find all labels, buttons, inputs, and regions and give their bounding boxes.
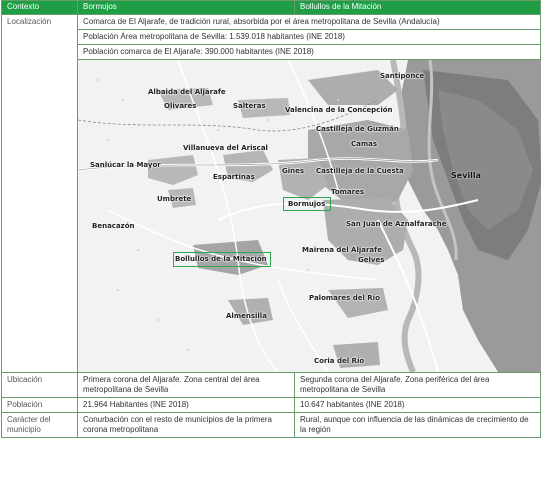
header-bollullos: Bollullos de la Mitación xyxy=(294,0,541,15)
town-label: Villanueva del Ariscal xyxy=(183,144,268,152)
ubicacion-bollullos: Segunda corona del Aljarafe. Zona perifé… xyxy=(294,372,541,398)
town-label: Gines xyxy=(282,167,305,175)
row-label-ubicacion: Ubicación xyxy=(1,372,78,398)
caracter-bollullos: Rural, aunque con influencia de las diná… xyxy=(294,412,541,438)
table-row: Población Área metropolitana de Sevilla:… xyxy=(2,29,541,45)
localizacion-line-3: Población comarca de El Aljarafe: 390.00… xyxy=(77,44,541,60)
town-label: San Juan de Aznalfarache xyxy=(346,220,447,228)
table-row: Ubicación Primera corona del Aljarafe. Z… xyxy=(1,372,541,398)
bormujos-highlight-box xyxy=(283,197,331,211)
table-header-row: Contexto Bormujos Bollullos de la Mitaci… xyxy=(1,0,541,15)
town-label: Castilleja de la Cuesta xyxy=(316,167,404,175)
town-label: Benacazón xyxy=(92,222,135,230)
town-label-city: Sevilla xyxy=(451,171,482,180)
map-row: Santiponce Albaida del Aljarafe Olivares… xyxy=(2,59,541,373)
town-label: Castilleja de Guzmán xyxy=(316,125,399,133)
row-label-localizacion: Localización xyxy=(1,14,78,373)
header-bormujos: Bormujos xyxy=(77,0,295,15)
town-label: Santiponce xyxy=(380,72,425,80)
town-label: Tomares xyxy=(331,188,365,196)
table-row: Población 21.964 Habitantes (INE 2018) 1… xyxy=(1,397,541,413)
poblacion-bollullos: 10.647 habitantes (INE 2018) xyxy=(294,397,541,413)
row-label-poblacion: Población xyxy=(1,397,78,413)
table-row: Carácter del municipio Conurbación con e… xyxy=(1,412,541,438)
context-table: Contexto Bormujos Bollullos de la Mitaci… xyxy=(1,0,541,438)
town-label: Umbrete xyxy=(157,195,192,203)
town-label: Albaida del Aljarafe xyxy=(148,88,226,96)
town-label: Coria del Río xyxy=(314,357,365,365)
town-label: Camas xyxy=(351,140,378,148)
town-label: Espartinas xyxy=(213,173,255,181)
localizacion-line-2: Población Área metropolitana de Sevilla:… xyxy=(77,29,541,45)
caracter-bormujos: Conurbación con el resto de municipios d… xyxy=(77,412,295,438)
town-label: Palomares del Río xyxy=(309,294,380,302)
header-contexto: Contexto xyxy=(1,0,78,15)
town-label: Sanlúcar la Mayor xyxy=(90,161,161,169)
location-map: Santiponce Albaida del Aljarafe Olivares… xyxy=(78,60,541,372)
table-row: Población comarca de El Aljarafe: 390.00… xyxy=(2,44,541,60)
town-label: Salteras xyxy=(233,102,266,110)
town-label: Mairena del Aljarafe xyxy=(302,246,382,254)
poblacion-bormujos: 21.964 Habitantes (INE 2018) xyxy=(77,397,295,413)
town-label: Valencina de la Concepción xyxy=(285,106,393,114)
map-cell: Santiponce Albaida del Aljarafe Olivares… xyxy=(77,59,541,373)
bollullos-highlight-box xyxy=(173,252,271,267)
town-label: Olivares xyxy=(164,102,197,110)
row-label-caracter: Carácter del municipio xyxy=(1,412,78,438)
town-label: Almensilla xyxy=(226,312,267,320)
town-label: Gelves xyxy=(358,256,385,264)
localizacion-line-1: Comarca de El Aljarafe, de tradición rur… xyxy=(77,14,541,30)
table-row: Localización Comarca de El Aljarafe, de … xyxy=(1,14,541,373)
ubicacion-bormujos: Primera corona del Aljarafe. Zona centra… xyxy=(77,372,295,398)
